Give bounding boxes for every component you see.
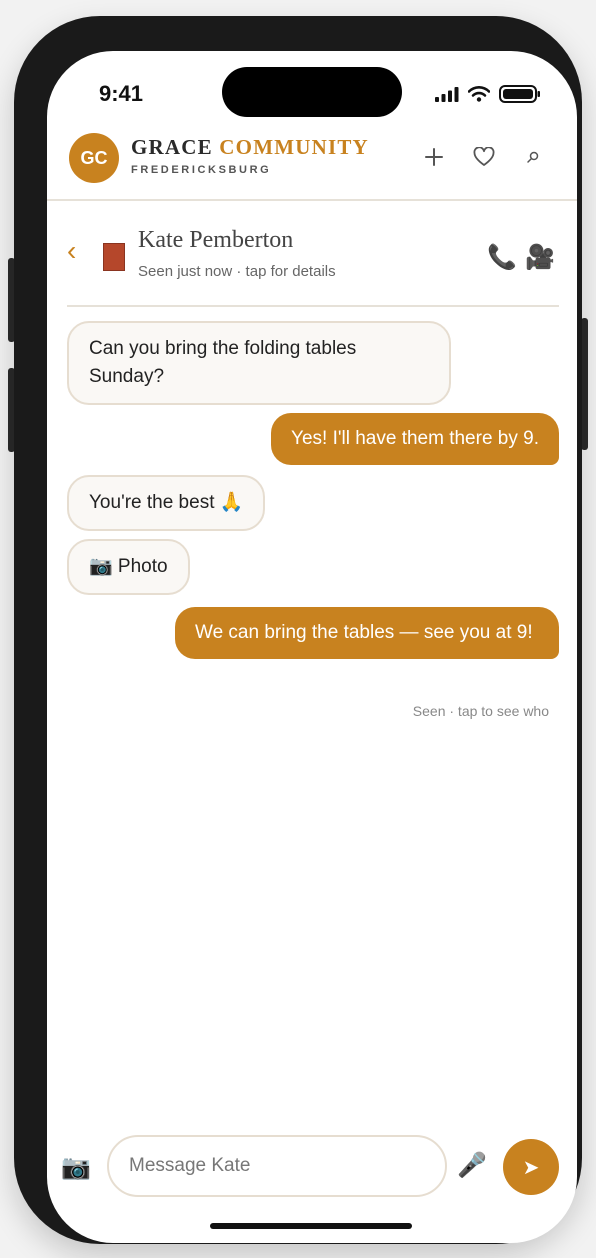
- status-time: 9:41: [99, 81, 144, 106]
- screen: 9:41 GC GRACE COMMUNITY FREDERICKSBURG ‹…: [47, 51, 577, 1243]
- signal-icon: [435, 87, 459, 102]
- logo-badge[interactable]: GC: [69, 133, 119, 183]
- message-photo[interactable]: 📷 Photo: [67, 539, 190, 595]
- phone-call-icon[interactable]: 📞: [487, 243, 517, 271]
- power-button[interactable]: [581, 318, 588, 450]
- chat-header: ‹ Kate Pemberton Seen just now · tap for…: [67, 221, 559, 307]
- contact-avatar[interactable]: [103, 243, 125, 271]
- brand-name: GRACE COMMUNITY: [131, 135, 369, 160]
- camera-icon[interactable]: 📷: [61, 1153, 91, 1181]
- message-incoming[interactable]: You're the best 🙏: [67, 475, 266, 531]
- contact-status[interactable]: Seen just now · tap for details: [138, 263, 336, 280]
- brand: GRACE COMMUNITY FREDERICKSBURG: [131, 135, 369, 176]
- seen-receipt[interactable]: Seen · tap to see who: [413, 703, 549, 719]
- back-button[interactable]: ‹: [67, 235, 76, 267]
- microphone-icon[interactable]: 🎤: [457, 1151, 487, 1179]
- plus-icon[interactable]: [420, 143, 448, 171]
- contact-name[interactable]: Kate Pemberton: [138, 227, 293, 254]
- phone-frame: 9:41 GC GRACE COMMUNITY FREDERICKSBURG ‹…: [14, 16, 582, 1244]
- message-incoming[interactable]: Can you bring the folding tables Sunday?: [67, 321, 451, 405]
- home-indicator[interactable]: [210, 1223, 412, 1229]
- send-button[interactable]: ➤: [503, 1139, 559, 1195]
- dynamic-island: [222, 67, 402, 117]
- heart-icon[interactable]: [470, 143, 498, 171]
- video-camera-icon[interactable]: 🎥: [525, 243, 555, 271]
- message-outgoing[interactable]: We can bring the tables — see you at 9!: [175, 607, 559, 659]
- app-header: GC GRACE COMMUNITY FREDERICKSBURG: [47, 129, 577, 201]
- message-outgoing[interactable]: Yes! I'll have them there by 9.: [271, 413, 559, 465]
- message-input[interactable]: [107, 1135, 447, 1197]
- brand-location: FREDERICKSBURG: [131, 164, 272, 176]
- brand-accent: COMMUNITY: [219, 135, 369, 159]
- battery-icon: [499, 85, 540, 103]
- search-icon[interactable]: [519, 143, 547, 171]
- wifi-icon: [468, 86, 490, 102]
- status-icons: [435, 85, 541, 103]
- brand-primary: GRACE: [131, 135, 213, 159]
